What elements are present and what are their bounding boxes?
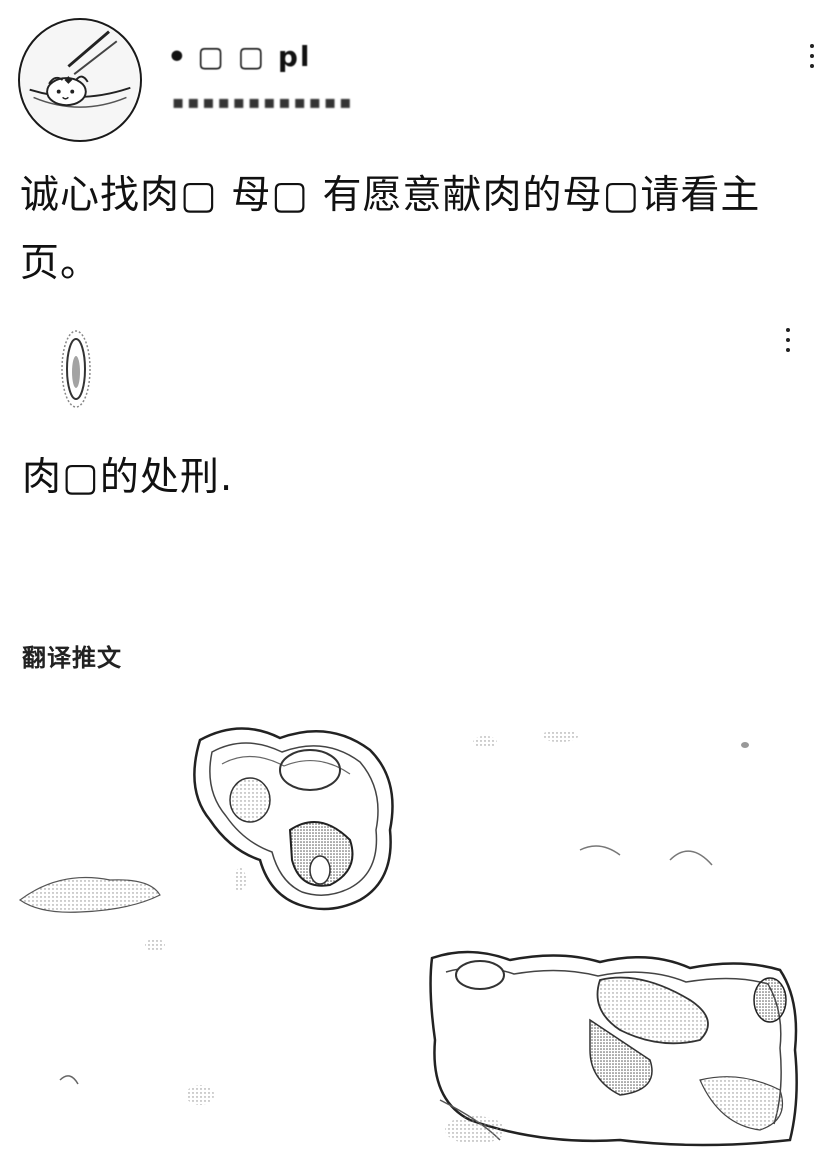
quoted-author-avatar[interactable] bbox=[52, 322, 100, 416]
quoted-post-text: 肉▢的处刑. bbox=[22, 455, 234, 500]
post-header: ꔷ ▢ ▢ pl ▪▪▪▪▪▪▪▪▪▪▪▪ bbox=[0, 0, 827, 150]
translate-post-link[interactable]: 翻译推文 bbox=[22, 638, 122, 673]
more-vertical-icon bbox=[810, 44, 814, 68]
more-options-button[interactable] bbox=[800, 38, 824, 74]
quoted-more-options-button[interactable] bbox=[776, 320, 800, 360]
post-text: 诚心找肉▢ 母▢ 有愿意献肉的母▢请看主页。 bbox=[20, 173, 761, 286]
post-media-image[interactable] bbox=[0, 700, 827, 1172]
author-avatar[interactable] bbox=[18, 18, 142, 142]
more-vertical-icon bbox=[786, 328, 790, 352]
author-name[interactable]: ꔷ ▢ ▢ pl bbox=[170, 40, 311, 74]
author-handle[interactable]: ▪▪▪▪▪▪▪▪▪▪▪▪ bbox=[172, 92, 354, 113]
